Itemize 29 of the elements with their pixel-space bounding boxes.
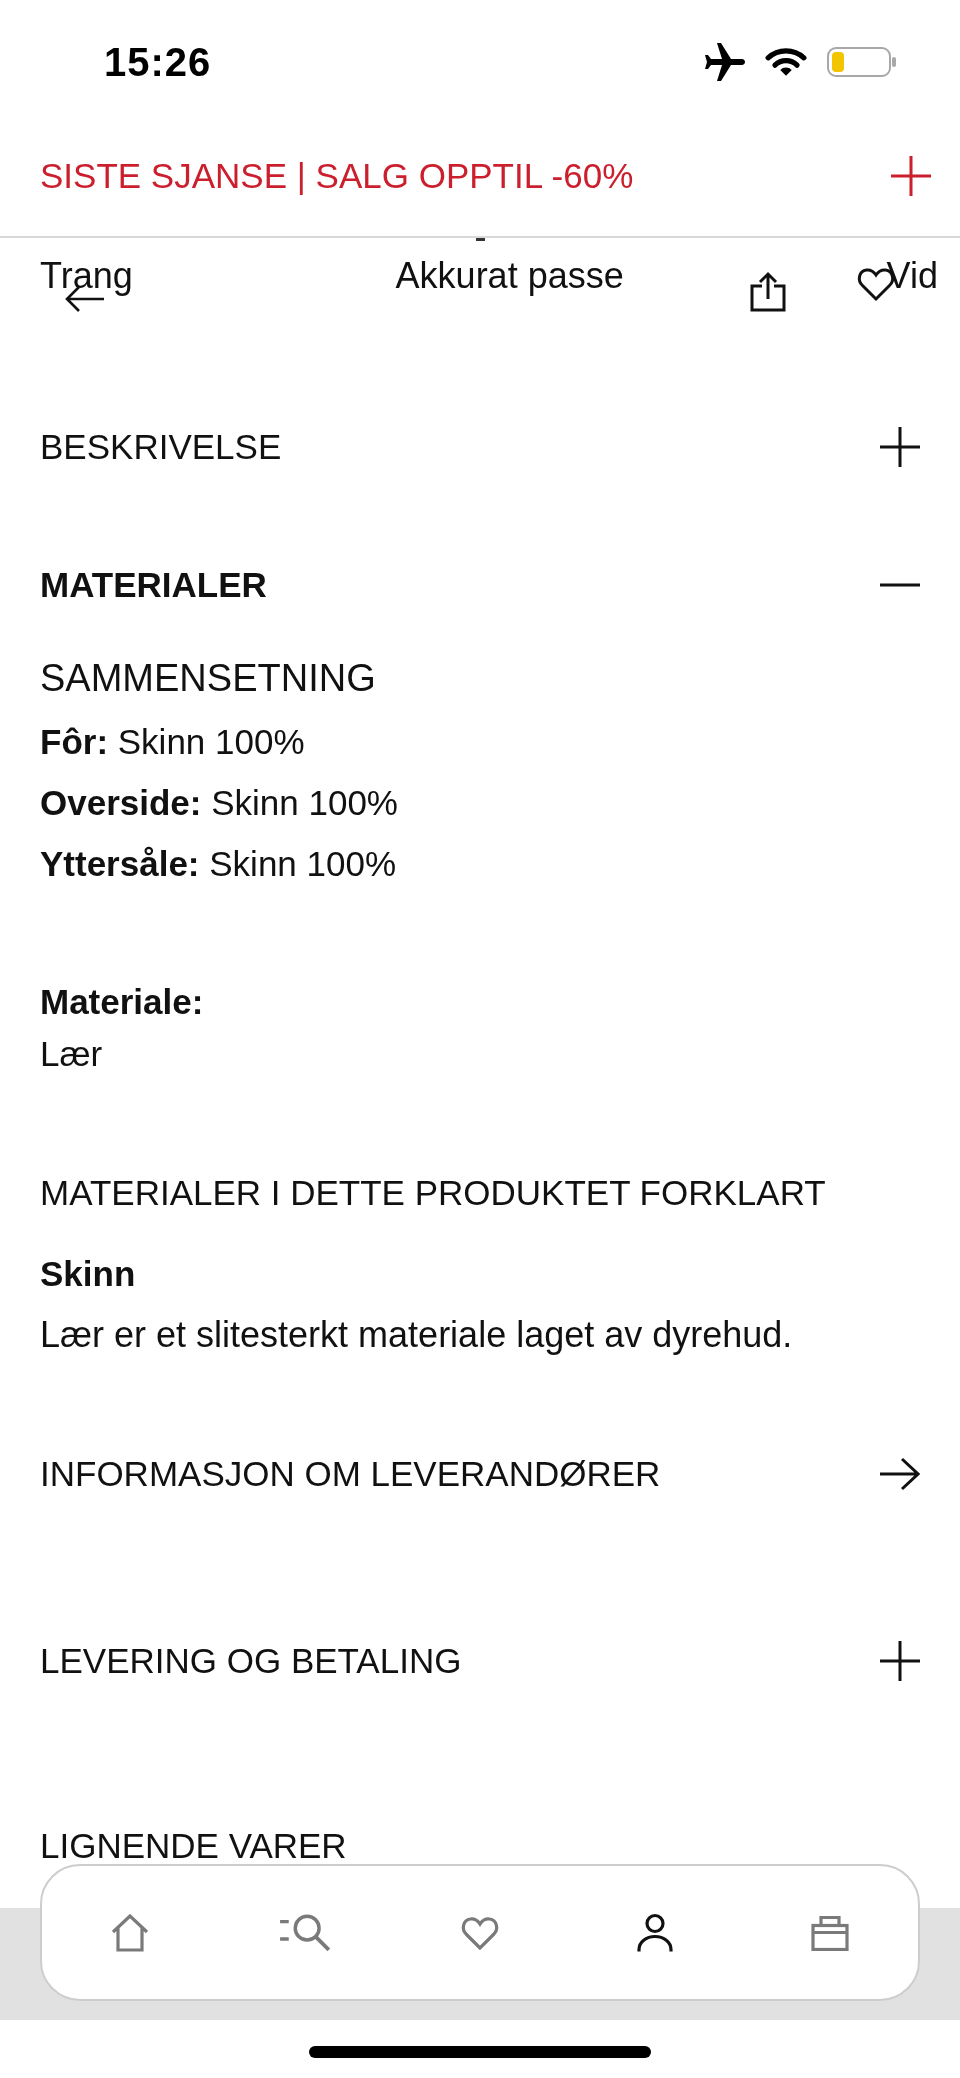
airplane-icon (705, 43, 745, 81)
home-icon[interactable] (109, 1913, 150, 1952)
material-label: Materiale: (40, 981, 204, 1023)
link-row[interactable]: INFORMASJON OM LEVERANDØRER (40, 1405, 920, 1543)
explained-heading: MATERIALER I DETTE PRODUKTET FORKLART (40, 1172, 826, 1214)
fit-label: Trang (40, 255, 133, 297)
arrow-right-icon (880, 1457, 920, 1491)
search-icon[interactable] (278, 1913, 331, 1952)
composition-line: Yttersåle: Skinn 100% (40, 843, 397, 885)
promo-text[interactable]: SISTE SJANSE | SALG OPPTIL -60% (40, 156, 634, 196)
material-name: Skinn (40, 1253, 136, 1295)
composition-line: Fôr: Skinn 100% (40, 721, 305, 763)
section-heading: LIGNENDE VARER (40, 1828, 347, 1864)
material-value: Lær (40, 1033, 103, 1075)
composition-line: Overside: Skinn 100% (40, 782, 398, 824)
share-icon[interactable] (748, 270, 788, 312)
accordion-header[interactable]: LEVERING OG BETALING (40, 1592, 920, 1730)
composition-heading: SAMMENSETNING (40, 656, 376, 701)
plus-icon[interactable] (891, 156, 931, 196)
material-description: Lær er et slitesterkt materiale laget av dyrehud. (40, 1313, 793, 1357)
dash-icon (476, 238, 485, 241)
accordion-header[interactable]: MATERIALER (40, 516, 920, 654)
shopping-bag-icon[interactable] (810, 1914, 851, 1951)
person-icon[interactable] (635, 1912, 676, 1953)
battery-icon (827, 47, 897, 77)
status-time: 15:26 (104, 39, 212, 85)
fit-label: Akkurat passe (395, 255, 624, 297)
accordion-header[interactable]: BESKRIVELSE (40, 378, 920, 516)
wifi-icon (765, 47, 807, 77)
